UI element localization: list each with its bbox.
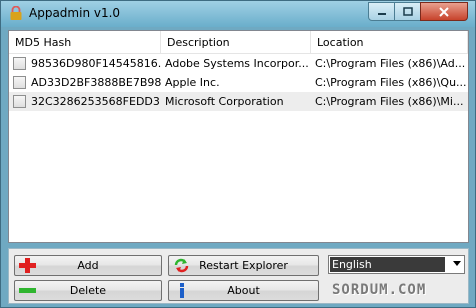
minus-icon: [19, 288, 36, 293]
close-button[interactable]: [420, 2, 468, 21]
restart-explorer-button[interactable]: Restart Explorer: [168, 255, 319, 276]
minimize-icon: [377, 12, 386, 15]
restart-label: Restart Explorer: [199, 259, 288, 272]
delete-label: Delete: [69, 284, 107, 297]
hash-cell: 32C3286253568FEDD3...: [9, 95, 161, 108]
hash-text: 98536D980F14545816...: [31, 57, 161, 70]
language-value: English: [330, 257, 445, 272]
chevron-down-icon[interactable]: [453, 261, 461, 266]
hash-cell: AD33D2BF3888BE7B98...: [9, 76, 161, 89]
maximize-icon: [402, 7, 413, 16]
column-header-description[interactable]: Description: [161, 31, 311, 53]
location-cell: C:\Program Files (x86)\Qu...: [315, 76, 467, 89]
about-label: About: [227, 284, 260, 297]
description-cell: Microsoft Corporation: [165, 95, 284, 108]
column-header-md5[interactable]: MD5 Hash: [9, 31, 161, 53]
description-cell: Adobe Systems Incorpor...: [165, 57, 309, 70]
table-row[interactable]: AD33D2BF3888BE7B98... Apple Inc. C:\Prog…: [9, 73, 468, 92]
maximize-button[interactable]: [394, 2, 421, 21]
row-checkbox[interactable]: [13, 57, 26, 70]
lock-icon: [10, 6, 22, 20]
close-icon: [439, 6, 449, 17]
language-select[interactable]: English: [328, 255, 465, 274]
refresh-icon: [174, 258, 189, 273]
hash-list[interactable]: MD5 Hash Description Location 98536D980F…: [8, 30, 469, 243]
delete-button[interactable]: Delete: [14, 280, 162, 301]
add-label: Add: [77, 259, 99, 272]
about-button[interactable]: About: [168, 280, 319, 301]
row-checkbox[interactable]: [13, 76, 26, 89]
action-panel: Add Delete Restart Explorer About Englis…: [8, 248, 469, 304]
table-row[interactable]: 32C3286253568FEDD3... Microsoft Corporat…: [9, 92, 468, 111]
hash-text: 32C3286253568FEDD3...: [31, 95, 161, 108]
sordum-logo[interactable]: SORDUM.COM: [332, 282, 464, 299]
hash-cell: 98536D980F14545816...: [9, 57, 161, 70]
list-header: MD5 Hash Description Location: [9, 31, 468, 54]
table-row[interactable]: 98536D980F14545816... Adobe Systems Inco…: [9, 54, 468, 73]
info-icon: [180, 283, 184, 298]
hash-text: AD33D2BF3888BE7B98...: [31, 76, 161, 89]
window-title: Appadmin v1.0: [29, 6, 121, 20]
plus-icon: [19, 258, 36, 273]
location-cell: C:\Program Files (x86)\Mi...: [315, 95, 464, 108]
app-window: Appadmin v1.0 MD5 Hash Description Locat…: [0, 0, 476, 308]
row-checkbox[interactable]: [13, 95, 26, 108]
column-header-location[interactable]: Location: [311, 31, 468, 53]
location-cell: C:\Program Files (x86)\Ad...: [315, 57, 466, 70]
title-bar[interactable]: Appadmin v1.0: [1, 1, 475, 27]
add-button[interactable]: Add: [14, 255, 162, 276]
minimize-button[interactable]: [368, 2, 395, 21]
description-cell: Apple Inc.: [165, 76, 220, 89]
